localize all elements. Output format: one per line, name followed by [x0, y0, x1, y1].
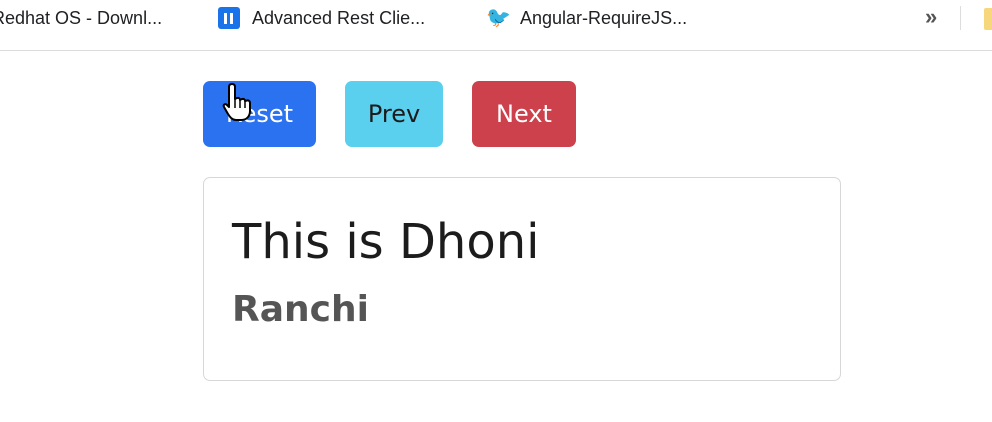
bird-icon: 🐦 — [486, 7, 511, 29]
bookmark-label: Redhat OS - Downl... — [0, 7, 163, 28]
bookmark-label: Advanced Rest Clie... — [252, 7, 426, 28]
card-subtitle: Ranchi — [232, 289, 369, 330]
reset-button[interactable]: Reset — [203, 81, 316, 147]
profile-card: This is Dhoni Ranchi — [203, 177, 841, 381]
bookmark-angular-requirejs[interactable]: 🐦 Angular-RequireJS... — [486, 0, 687, 36]
bookmark-redhat[interactable]: Redhat OS - Downl... — [0, 0, 162, 36]
prev-button[interactable]: Prev — [345, 81, 443, 147]
app-icon — [218, 7, 240, 29]
bookmark-label: Angular-RequireJS... — [520, 7, 688, 28]
bookmarks-divider — [960, 6, 961, 30]
card-title: This is Dhoni — [232, 214, 540, 270]
bookmark-advanced-rest-client[interactable]: Advanced Rest Clie... — [218, 0, 425, 36]
next-button[interactable]: Next — [472, 81, 576, 147]
bookmarks-bar: Redhat OS - Downl... Advanced Rest Clie.… — [0, 0, 992, 51]
bookmarks-overflow-button[interactable]: » — [925, 4, 937, 30]
folder-icon[interactable] — [984, 8, 992, 30]
